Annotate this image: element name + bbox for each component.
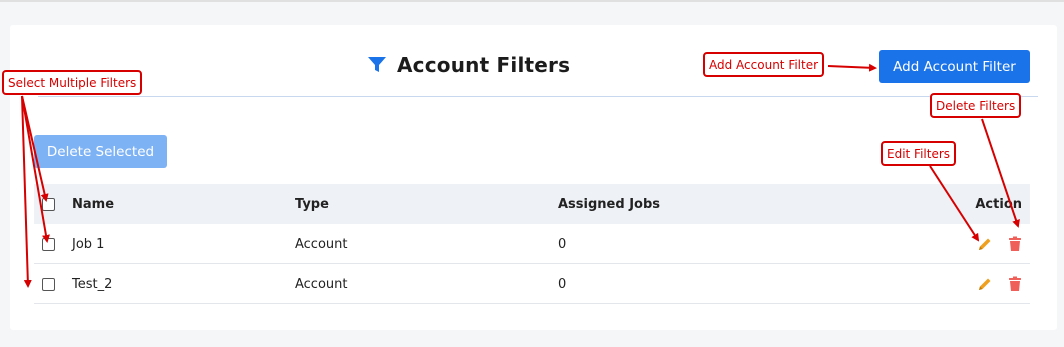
filter-icon (367, 56, 387, 74)
row-name: Job 1 (72, 236, 105, 252)
table-row: Job 1 Account 0 (34, 224, 1030, 264)
trash-icon[interactable] (1006, 275, 1024, 293)
row-assigned-jobs: 0 (558, 276, 567, 292)
column-header-action: Action (975, 196, 1022, 212)
table-header: Name Type Assigned Jobs Action (34, 184, 1030, 224)
page-title: Account Filters (397, 53, 571, 77)
row-select-cell (42, 264, 55, 304)
row-select-cell (42, 224, 55, 264)
row-checkbox[interactable] (42, 237, 55, 251)
annotation-add-filter: Add Account Filter (703, 52, 825, 77)
column-header-name[interactable]: Name (72, 184, 114, 224)
pencil-icon[interactable] (976, 235, 994, 253)
table-row: Test_2 Account 0 (34, 264, 1030, 304)
add-account-filter-button[interactable]: Add Account Filter (879, 50, 1030, 83)
top-border (0, 0, 1064, 2)
header-divider (38, 96, 1038, 97)
row-actions (976, 224, 1024, 264)
filters-table: Name Type Assigned Jobs Action Job 1 Acc… (34, 184, 1030, 304)
filters-card: Account Filters Add Account Filter Delet… (10, 25, 1057, 330)
row-type: Account (295, 276, 348, 292)
trash-icon[interactable] (1006, 235, 1024, 253)
page-title-group: Account Filters (367, 51, 570, 79)
select-all-checkbox[interactable] (42, 197, 55, 211)
annotation-edit-filters: Edit Filters (881, 141, 957, 166)
row-type: Account (295, 236, 348, 252)
row-actions (976, 264, 1024, 304)
pencil-icon[interactable] (976, 275, 994, 293)
card-header: Account Filters Add Account Filter (10, 25, 1057, 97)
row-checkbox[interactable] (42, 277, 55, 291)
row-assigned-jobs: 0 (558, 236, 567, 252)
delete-selected-button[interactable]: Delete Selected (34, 135, 167, 168)
annotation-select-multiple: Select Multiple Filters (2, 70, 143, 95)
row-name: Test_2 (72, 276, 113, 292)
column-header-type[interactable]: Type (295, 184, 329, 224)
column-header-assigned-jobs[interactable]: Assigned Jobs (558, 184, 660, 224)
annotation-delete-filters: Delete Filters (930, 93, 1022, 118)
select-all-cell (42, 184, 55, 224)
